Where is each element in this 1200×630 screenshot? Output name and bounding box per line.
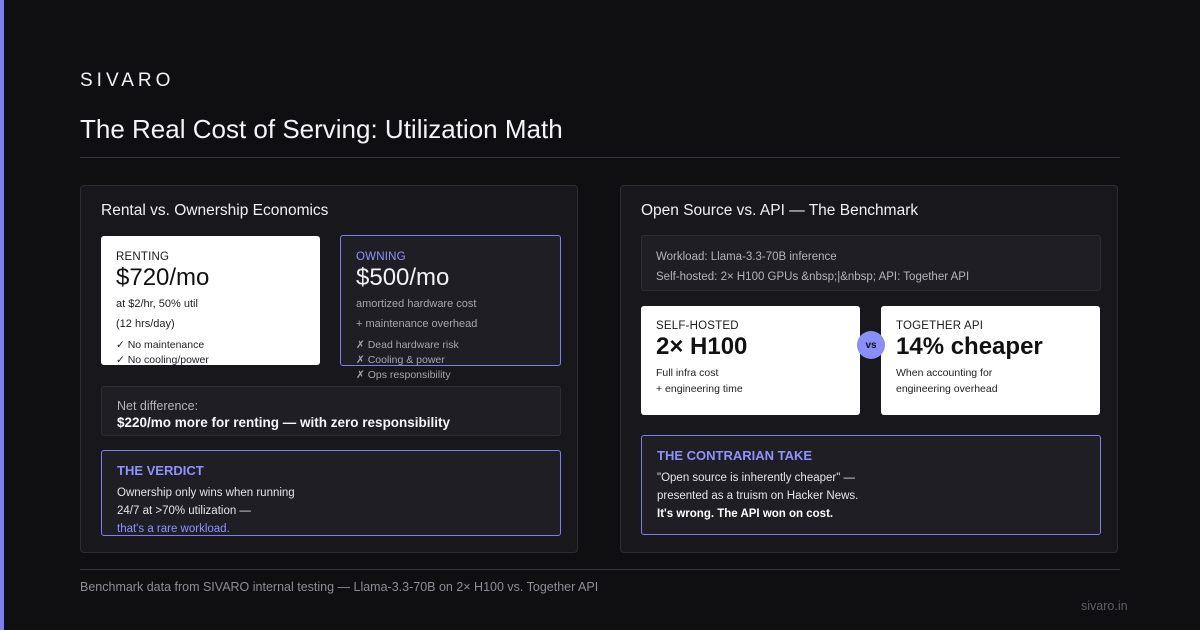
- together-api-detail-line: engineering overhead: [896, 383, 998, 395]
- owning-drawback: ✗ Cooling & power: [356, 354, 445, 366]
- owning-drawback: ✗ Dead hardware risk: [356, 339, 459, 351]
- workload-card: Workload: Llama-3.3-70B inference Self-h…: [641, 235, 1101, 291]
- owning-drawback: ✗ Ops responsibility: [356, 369, 451, 381]
- renting-label: RENTING: [116, 251, 170, 263]
- renting-rate: at $2/hr, 50% util: [116, 298, 198, 310]
- renting-benefit: ✓ No cooling/power: [116, 354, 209, 365]
- self-hosted-card: SELF-HOSTED 2× H100 Full infra cost + en…: [641, 306, 860, 415]
- contrarian-body: "Open source is inherently cheaper" — pr…: [657, 469, 1085, 523]
- verdict-highlight: that's a rare workload.: [117, 523, 230, 535]
- net-difference-label: Net difference:: [117, 399, 199, 413]
- owning-price: $500/mo: [356, 264, 450, 291]
- contrarian-line: presented as a truism on Hacker News.: [657, 490, 859, 502]
- renting-price: $720/mo: [116, 264, 210, 291]
- renting-card: RENTING $720/mo at $2/hr, 50% util (12 h…: [101, 236, 320, 365]
- owning-overhead: + maintenance overhead: [356, 318, 478, 330]
- verdict-line: 24/7 at >70% utilization —: [117, 505, 251, 517]
- vs-badge: vs: [857, 331, 885, 359]
- rental-ownership-panel: Rental vs. Ownership Economics RENTING $…: [80, 185, 578, 553]
- together-api-value: 14% cheaper: [896, 333, 1043, 360]
- verdict-card: THE VERDICT Ownership only wins when run…: [101, 450, 561, 536]
- panel-title: Open Source vs. API — The Benchmark: [641, 202, 919, 219]
- workload-model: Workload: Llama-3.3-70B inference: [656, 251, 837, 263]
- contrarian-heading: THE CONTRARIAN TAKE: [657, 448, 813, 463]
- contrarian-card: THE CONTRARIAN TAKE "Open source is inhe…: [641, 435, 1101, 535]
- site-url: sivaro.in: [1081, 599, 1128, 613]
- benchmark-panel: Open Source vs. API — The Benchmark Work…: [620, 185, 1118, 553]
- self-hosted-label: SELF-HOSTED: [656, 320, 739, 332]
- verdict-heading: THE VERDICT: [117, 463, 204, 478]
- divider: [80, 157, 1120, 158]
- page: SIVARO The Real Cost of Serving: Utiliza…: [0, 0, 1200, 630]
- together-api-detail-line: When accounting for: [896, 367, 993, 379]
- owning-label: OWNING: [356, 251, 406, 263]
- workload-setup: Self-hosted: 2× H100 GPUs &nbsp;|&nbsp; …: [656, 271, 970, 283]
- together-api-label: TOGETHER API: [896, 320, 984, 332]
- owning-cost: amortized hardware cost: [356, 298, 477, 310]
- self-hosted-detail-line: Full infra cost: [656, 367, 719, 379]
- self-hosted-detail-line: + engineering time: [656, 383, 743, 395]
- self-hosted-value: 2× H100: [656, 333, 748, 360]
- contrarian-line: "Open source is inherently cheaper" —: [657, 472, 856, 484]
- page-title: The Real Cost of Serving: Utilization Ma…: [80, 114, 563, 144]
- footer-note: Benchmark data from SIVARO internal test…: [80, 580, 599, 594]
- verdict-line: Ownership only wins when running: [117, 487, 295, 499]
- self-hosted-detail: Full infra cost + engineering time: [656, 365, 845, 397]
- accent-bar: [0, 0, 4, 630]
- owning-card: OWNING $500/mo amortized hardware cost +…: [340, 235, 561, 381]
- net-difference-value: $220/mo more for renting — with zero res…: [117, 415, 451, 430]
- renting-hours: (12 hrs/day): [116, 318, 175, 330]
- together-api-detail: When accounting for engineering overhead: [896, 365, 1085, 397]
- verdict-body: Ownership only wins when running 24/7 at…: [117, 484, 545, 535]
- panel-title: Rental vs. Ownership Economics: [101, 202, 329, 219]
- together-api-card: TOGETHER API 14% cheaper When accounting…: [881, 306, 1100, 415]
- divider: [80, 569, 1120, 570]
- net-difference-card: Net difference: $220/mo more for renting…: [101, 386, 561, 436]
- brand-logo: SIVARO: [80, 70, 175, 91]
- renting-benefit: ✓ No maintenance: [116, 339, 205, 351]
- contrarian-conclusion: It's wrong. The API won on cost.: [657, 508, 834, 520]
